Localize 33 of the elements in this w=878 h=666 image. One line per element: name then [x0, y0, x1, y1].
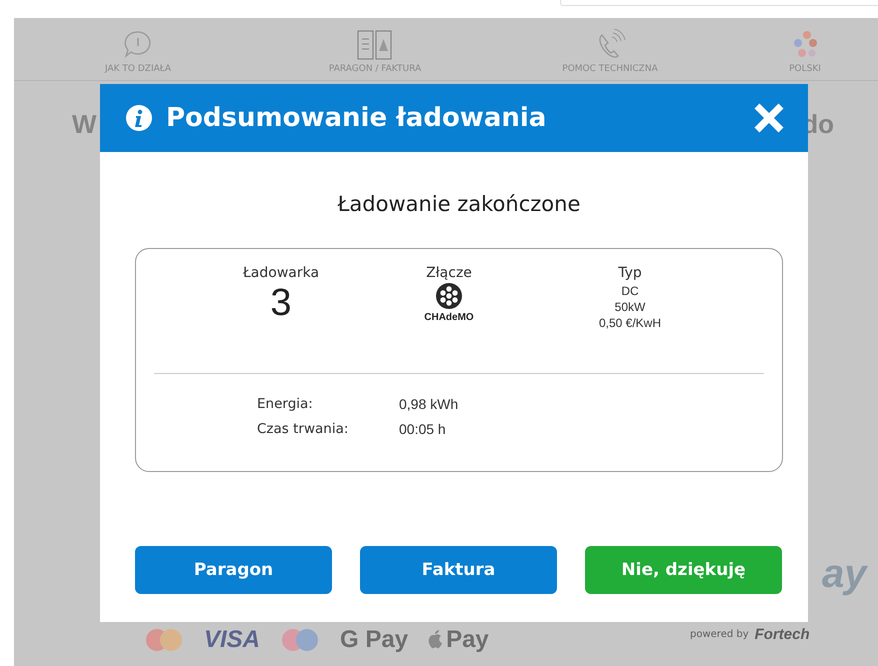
payment-logo: Pay	[446, 626, 489, 654]
stat-value: 00:05 h	[399, 421, 447, 437]
type-detail: 50kW	[614, 299, 646, 315]
dialog-title: Podsumowanie ładowania	[166, 103, 548, 133]
close-button[interactable]	[752, 101, 786, 135]
close-icon	[752, 101, 786, 135]
nav-item[interactable]: PARAGON / FAKTURA	[262, 18, 488, 80]
action-button[interactable]: Faktura	[360, 546, 557, 594]
powered-by-text: powered by	[690, 629, 749, 640]
action-button[interactable]: Paragon	[135, 546, 332, 594]
payment-logo: G Pay	[340, 626, 408, 654]
brand-logo: ay	[822, 552, 866, 597]
type-detail: 0,50 €/KwH	[598, 315, 662, 331]
apple-icon	[426, 629, 444, 651]
decline-button[interactable]: Nie, dziękuję	[585, 546, 782, 594]
stat-label: Energia:	[257, 396, 314, 412]
stat-label: Czas trwania:	[257, 421, 350, 437]
nav-item[interactable]: POMOC TECHNICZNA	[488, 18, 732, 80]
nav-item[interactable]: JAK TO DZIAŁA	[14, 18, 262, 80]
dialog-heading: Ładowanie zakończone	[338, 192, 580, 216]
info-icon	[126, 105, 152, 131]
connector-icon	[436, 283, 462, 309]
type-label: Typ	[618, 265, 642, 281]
connector-label: Złącze	[426, 265, 472, 281]
type-detail: DC	[621, 283, 639, 299]
connector-name: CHAdeMO	[424, 312, 474, 323]
charger-label: Ładowarka	[242, 265, 320, 281]
payment-logo: VISA	[204, 626, 260, 654]
stat-value: 0,98 kWh	[399, 396, 460, 412]
vendor-logo: Fortech	[754, 626, 810, 643]
page-heading: W	[72, 109, 97, 140]
nav-item[interactable]: POLSKI	[732, 18, 878, 80]
charger-number: 3	[270, 283, 292, 323]
